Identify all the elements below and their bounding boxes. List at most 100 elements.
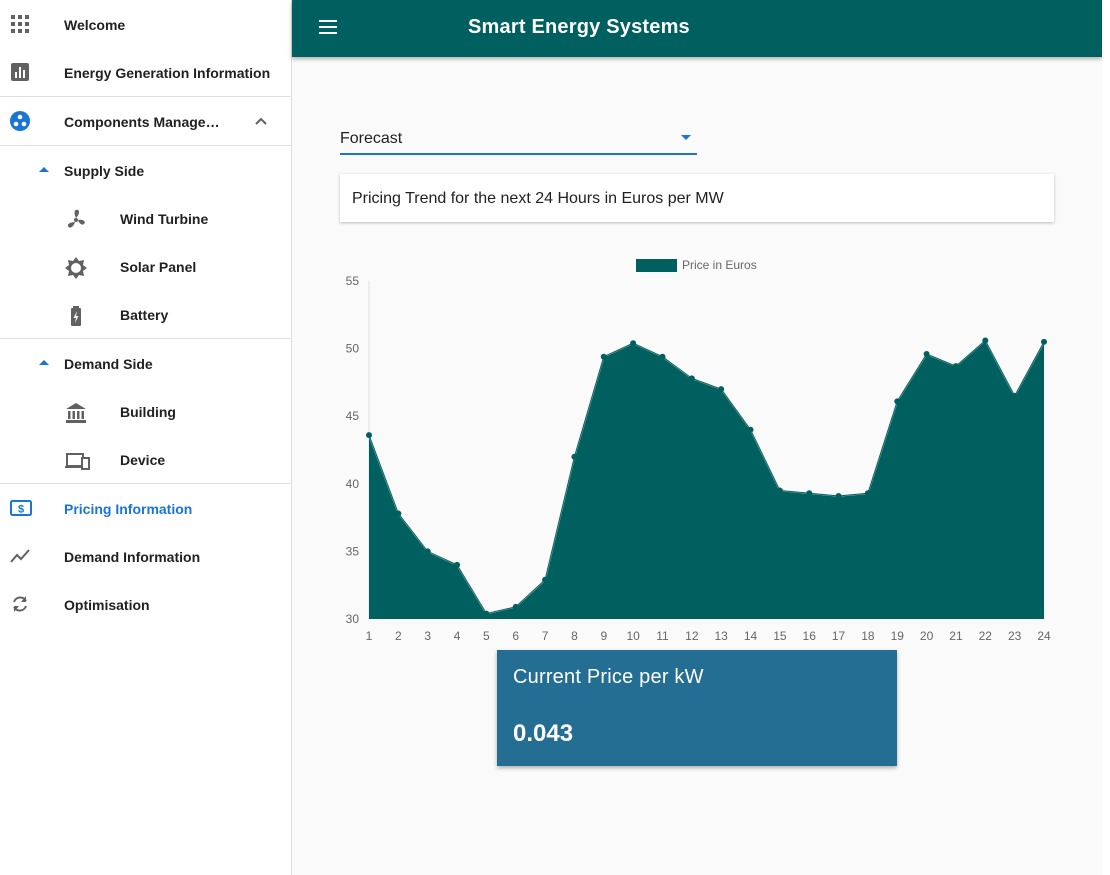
- x-tick-label: 17: [832, 629, 846, 643]
- data-point[interactable]: [894, 398, 901, 405]
- x-tick-label: 1: [366, 629, 373, 643]
- forecast-select[interactable]: Forecast: [340, 124, 697, 155]
- sidebar-item-optimisation[interactable]: Optimisation: [0, 580, 291, 628]
- data-point[interactable]: [982, 337, 989, 344]
- x-axis: 1 2 3 4 5 6 7 8 9 10 11 12 13 14 15 16 17 18 19 20 21 22 23 24: [366, 629, 1051, 643]
- sidebar-item-solar-panel[interactable]: Solar Panel: [0, 242, 291, 290]
- apps-grid-icon: [10, 14, 30, 34]
- chart-title-card: Pricing Trend for the next 24 Hours in E…: [340, 174, 1054, 222]
- data-point[interactable]: [776, 487, 783, 494]
- select-value: Forecast: [340, 130, 403, 147]
- y-tick-label: 50: [346, 342, 360, 356]
- x-tick-label: 19: [891, 629, 905, 643]
- menu-icon[interactable]: [318, 17, 338, 37]
- x-tick-label: 7: [542, 629, 549, 643]
- data-point[interactable]: [366, 432, 372, 439]
- y-tick-label: 55: [346, 274, 360, 288]
- data-point[interactable]: [395, 510, 402, 517]
- x-tick-label: 10: [626, 629, 640, 643]
- data-point[interactable]: [835, 492, 842, 499]
- sidebar-item-label: Pricing Information: [64, 501, 193, 517]
- x-tick-label: 4: [454, 629, 461, 643]
- sidebar-item-label: Building: [120, 404, 176, 420]
- trending-icon: [10, 546, 30, 566]
- sidebar-item-device[interactable]: Device: [0, 435, 291, 483]
- sidebar-item-pricing-information[interactable]: $ Pricing Information: [0, 484, 291, 532]
- data-point[interactable]: [454, 561, 461, 568]
- data-point[interactable]: [542, 576, 549, 583]
- x-tick-label: 5: [483, 629, 490, 643]
- sidebar-item-wind-turbine[interactable]: Wind Turbine: [0, 194, 291, 242]
- x-tick-label: 20: [920, 629, 934, 643]
- y-axis: 30 35 40 45 50 55: [346, 274, 370, 626]
- svg-text:$: $: [18, 504, 24, 516]
- sidebar-item-components-management[interactable]: Components Manage…: [0, 97, 291, 145]
- x-tick-label: 18: [861, 629, 875, 643]
- sidebar-item-label: Components Manage…: [64, 114, 220, 130]
- data-point[interactable]: [424, 548, 431, 555]
- sidebar-item-building[interactable]: Building: [0, 387, 291, 435]
- refresh-icon: [10, 594, 30, 614]
- x-tick-label: 16: [803, 629, 817, 643]
- current-price-label: Current Price per kW: [513, 666, 704, 688]
- data-point[interactable]: [571, 453, 578, 460]
- sidebar-item-label: Supply Side: [64, 163, 145, 179]
- series-area: [368, 339, 1045, 619]
- data-point[interactable]: [1041, 338, 1047, 345]
- x-tick-label: 13: [714, 629, 728, 643]
- price-chart: 303540455055 1 2 3 4 5 6 7 8 9 10 11 12 13 14 15 16 17 18…: [346, 258, 1051, 643]
- data-point[interactable]: [659, 353, 666, 360]
- x-tick-label: 21: [949, 629, 963, 643]
- data-point[interactable]: [483, 610, 490, 617]
- sidebar: Welcome Energy Generation Information Co…: [0, 0, 292, 875]
- sidebar-item-battery[interactable]: Battery: [0, 290, 291, 338]
- sidebar-item-label: Optimisation: [64, 597, 150, 613]
- sun-icon: [64, 256, 87, 279]
- x-tick-label: 15: [773, 629, 787, 643]
- y-tick-label: 40: [346, 477, 360, 491]
- sidebar-item-label: Demand Information: [64, 549, 201, 565]
- sidebar-item-demand-information[interactable]: Demand Information: [0, 532, 291, 580]
- chart-card-title: Pricing Trend for the next 24 Hours in E…: [352, 190, 724, 207]
- sidebar-item-label: Welcome: [64, 17, 126, 33]
- legend-swatch: [636, 259, 677, 272]
- data-point[interactable]: [688, 375, 695, 382]
- x-tick-label: 23: [1008, 629, 1022, 643]
- x-tick-label: 6: [512, 629, 519, 643]
- chevron-up-icon[interactable]: [251, 111, 271, 131]
- arrow-up-icon: [36, 162, 52, 178]
- sidebar-item-label: Battery: [120, 307, 169, 323]
- fan-icon: [64, 208, 85, 228]
- dollar-card-icon: $: [10, 498, 32, 518]
- x-tick-label: 14: [744, 629, 758, 643]
- data-point[interactable]: [747, 426, 754, 433]
- sidebar-group-supply-side[interactable]: Supply Side: [0, 146, 291, 194]
- x-tick-label: 3: [424, 629, 431, 643]
- data-point[interactable]: [864, 490, 871, 497]
- data-point[interactable]: [1011, 392, 1018, 399]
- app-title: Smart Energy Systems: [468, 16, 690, 38]
- chart-legend: Price in Euros: [636, 258, 757, 272]
- devices-icon: [64, 449, 90, 470]
- y-tick-label: 30: [346, 612, 360, 626]
- sidebar-group-demand-side[interactable]: Demand Side: [0, 339, 291, 387]
- sidebar-item-welcome[interactable]: Welcome: [0, 0, 291, 48]
- current-price-value: 0.043: [513, 720, 574, 747]
- data-point[interactable]: [512, 603, 519, 610]
- sidebar-item-label: Demand Side: [64, 356, 153, 372]
- sidebar-item-label: Wind Turbine: [120, 211, 209, 227]
- data-point[interactable]: [806, 490, 813, 497]
- bar-chart-icon: [10, 62, 30, 82]
- data-point[interactable]: [718, 386, 725, 393]
- data-point[interactable]: [952, 363, 959, 370]
- x-tick-label: 8: [571, 629, 578, 643]
- data-point[interactable]: [630, 340, 637, 347]
- sidebar-item-label: Device: [120, 452, 166, 468]
- right-gutter: [1102, 0, 1110, 875]
- app-bar: Smart Energy Systems: [292, 0, 1102, 57]
- x-tick-label: 22: [979, 629, 993, 643]
- data-point[interactable]: [923, 351, 930, 358]
- data-point[interactable]: [600, 353, 607, 360]
- current-price-card: Current Price per kW 0.043: [497, 650, 897, 766]
- sidebar-item-energy-generation[interactable]: Energy Generation Information: [0, 48, 291, 96]
